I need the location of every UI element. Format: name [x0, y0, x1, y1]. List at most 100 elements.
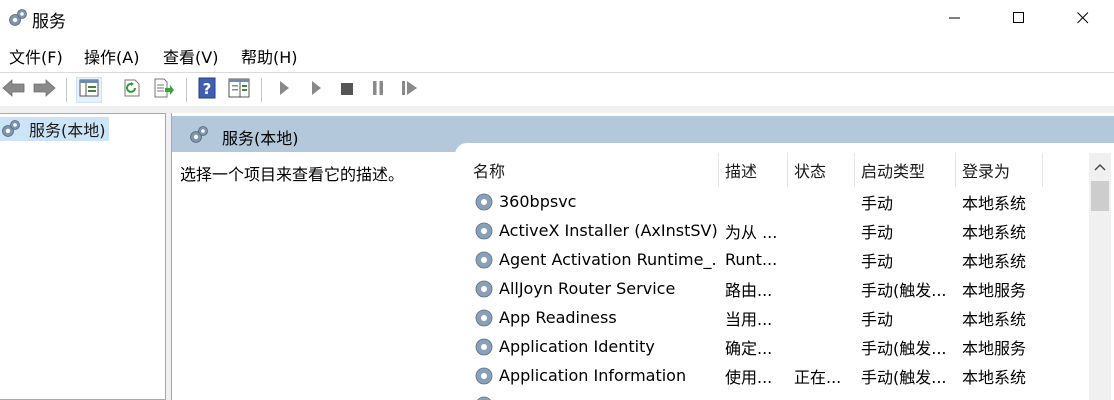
service-description	[725, 187, 787, 216]
back-icon	[2, 79, 26, 101]
start-service-icon	[277, 80, 291, 100]
table-row[interactable]: Application Information 使用... 正在... 手动(触…	[467, 361, 1089, 390]
column-header-name[interactable]: ^ 名称	[467, 153, 719, 187]
svg-text:?: ?	[203, 80, 212, 98]
pause-service-icon	[371, 80, 385, 100]
title-bar: 服务	[0, 0, 1114, 38]
tree-pane: 服务(本地)	[0, 113, 166, 400]
service-name: 360bpsvc	[499, 192, 577, 211]
content-header: 服务(本地)	[172, 116, 1114, 155]
service-status	[794, 245, 854, 274]
minimize-icon	[949, 9, 961, 28]
toolbar-separator	[186, 78, 187, 102]
window-title: 服务	[32, 12, 66, 32]
content-header-label: 服务(本地)	[222, 129, 299, 148]
service-description: 确定...	[725, 338, 773, 358]
menu-file[interactable]: 文件(F)	[9, 44, 63, 68]
service-description: 路由...	[725, 280, 773, 300]
description-prompt: 选择一个项目来查看它的描述。	[180, 165, 405, 184]
help-button[interactable]: ?	[194, 77, 220, 103]
service-startup-type: 手动	[861, 193, 894, 213]
service-gear-icon	[473, 365, 495, 387]
start-service-button[interactable]	[271, 77, 297, 103]
stop-service-icon	[340, 81, 354, 100]
service-gear-icon	[473, 336, 495, 358]
toolbar-separator	[66, 78, 67, 102]
pause-service-button[interactable]	[365, 77, 391, 103]
close-icon	[1077, 9, 1089, 28]
menu-action[interactable]: 操作(A)	[84, 44, 139, 68]
service-status	[794, 274, 854, 303]
services-gear-icon	[7, 7, 29, 29]
service-logon-as: 本地系统	[962, 251, 1027, 271]
services-list: ^ 名称 描述 状态 启动类型 登录为 360bpsvc 手动 本地系统 Act…	[467, 153, 1089, 400]
service-gear-icon	[473, 191, 495, 213]
table-row[interactable]: 360bpsvc 手动 本地系统	[467, 187, 1089, 216]
service-name: Agent Activation Runtime_...	[499, 250, 717, 269]
scroll-up-button[interactable]	[1089, 153, 1111, 177]
maximize-icon	[1013, 9, 1025, 28]
tree-item-label: 服务(本地)	[29, 121, 106, 140]
service-status	[794, 303, 854, 332]
service-startup-type: 手动(触发...	[861, 338, 947, 358]
stop-service-button[interactable]	[334, 77, 360, 103]
forward-button[interactable]	[31, 77, 57, 103]
service-startup-type: 手动	[861, 309, 894, 329]
sort-ascending-icon: ^	[587, 153, 596, 160]
service-logon-as: 本地系统	[962, 309, 1027, 329]
services-gear-icon	[0, 118, 22, 140]
restart-service-icon	[401, 80, 419, 100]
start-service-alt-icon	[309, 80, 323, 100]
table-row[interactable]: AllJoyn Router Service 路由... 手动(触发... 本地…	[467, 274, 1089, 303]
service-logon-as: 本地系统	[962, 193, 1027, 213]
menu-help[interactable]: 帮助(H)	[241, 44, 298, 68]
vertical-scrollbar[interactable]	[1089, 153, 1111, 400]
service-description: 为从 ...	[725, 222, 778, 242]
content-pane: 服务(本地) 选择一个项目来查看它的描述。 ^ 名称 描述 状态 启动类型 登录…	[171, 113, 1114, 400]
scrollbar-thumb[interactable]	[1091, 181, 1109, 211]
service-logon-as: 本地系统	[962, 222, 1027, 242]
chevron-up-icon	[1094, 156, 1106, 175]
service-status: 正在...	[794, 367, 842, 387]
menu-bar: 文件(F) 操作(A) 查看(V) 帮助(H)	[0, 40, 1114, 70]
minimize-button[interactable]	[924, 0, 986, 36]
column-header-description[interactable]: 描述	[719, 153, 788, 187]
refresh-icon	[121, 78, 141, 102]
maximize-button[interactable]	[988, 0, 1050, 36]
column-header-logon-as[interactable]: 登录为	[956, 153, 1043, 187]
table-row[interactable]: Agent Activation Runtime_... Runt... 手动 …	[467, 245, 1089, 274]
service-logon-as: 本地服务	[962, 338, 1027, 358]
service-gear-icon	[473, 278, 495, 300]
export-list-icon	[153, 78, 175, 102]
service-logon-as: 本地系统	[962, 367, 1027, 387]
help-icon: ?	[198, 77, 216, 103]
export-list-button[interactable]	[151, 77, 177, 103]
service-status	[794, 332, 854, 361]
start-service-alt-button[interactable]	[303, 77, 329, 103]
toolbar-separator	[261, 78, 262, 102]
properties-button[interactable]	[226, 77, 252, 103]
service-gear-icon	[473, 249, 495, 271]
restart-service-button[interactable]	[397, 77, 423, 103]
menu-view[interactable]: 查看(V)	[163, 44, 218, 68]
service-description: 当用...	[725, 309, 773, 329]
service-startup-type: 手动(触发...	[861, 367, 947, 387]
service-startup-type: 手动(触发...	[861, 280, 947, 300]
service-logon-as: 本地服务	[962, 280, 1027, 300]
table-row[interactable]: App Readiness 当用... 手动 本地系统	[467, 303, 1089, 332]
refresh-button[interactable]	[118, 77, 144, 103]
tree-item-services-local[interactable]: 服务(本地)	[0, 117, 109, 141]
table-row[interactable]: ActiveX Installer (AxInstSV) 为从 ... 手动 本…	[467, 216, 1089, 245]
service-name: Application Identity	[499, 337, 655, 356]
service-name: ActiveX Installer (AxInstSV)	[499, 221, 717, 240]
table-row[interactable]: Application Identity 确定... 手动(触发... 本地服务	[467, 332, 1089, 361]
back-button[interactable]	[1, 77, 27, 103]
show-hide-tree-button[interactable]	[76, 77, 102, 103]
table-row[interactable]	[467, 390, 1089, 400]
service-gear-icon	[473, 220, 495, 242]
service-name: AllJoyn Router Service	[499, 279, 676, 298]
column-header-startup-type[interactable]: 启动类型	[855, 153, 956, 187]
column-header-status[interactable]: 状态	[788, 153, 855, 187]
close-button[interactable]	[1052, 0, 1114, 36]
service-description: Runt...	[725, 250, 778, 269]
